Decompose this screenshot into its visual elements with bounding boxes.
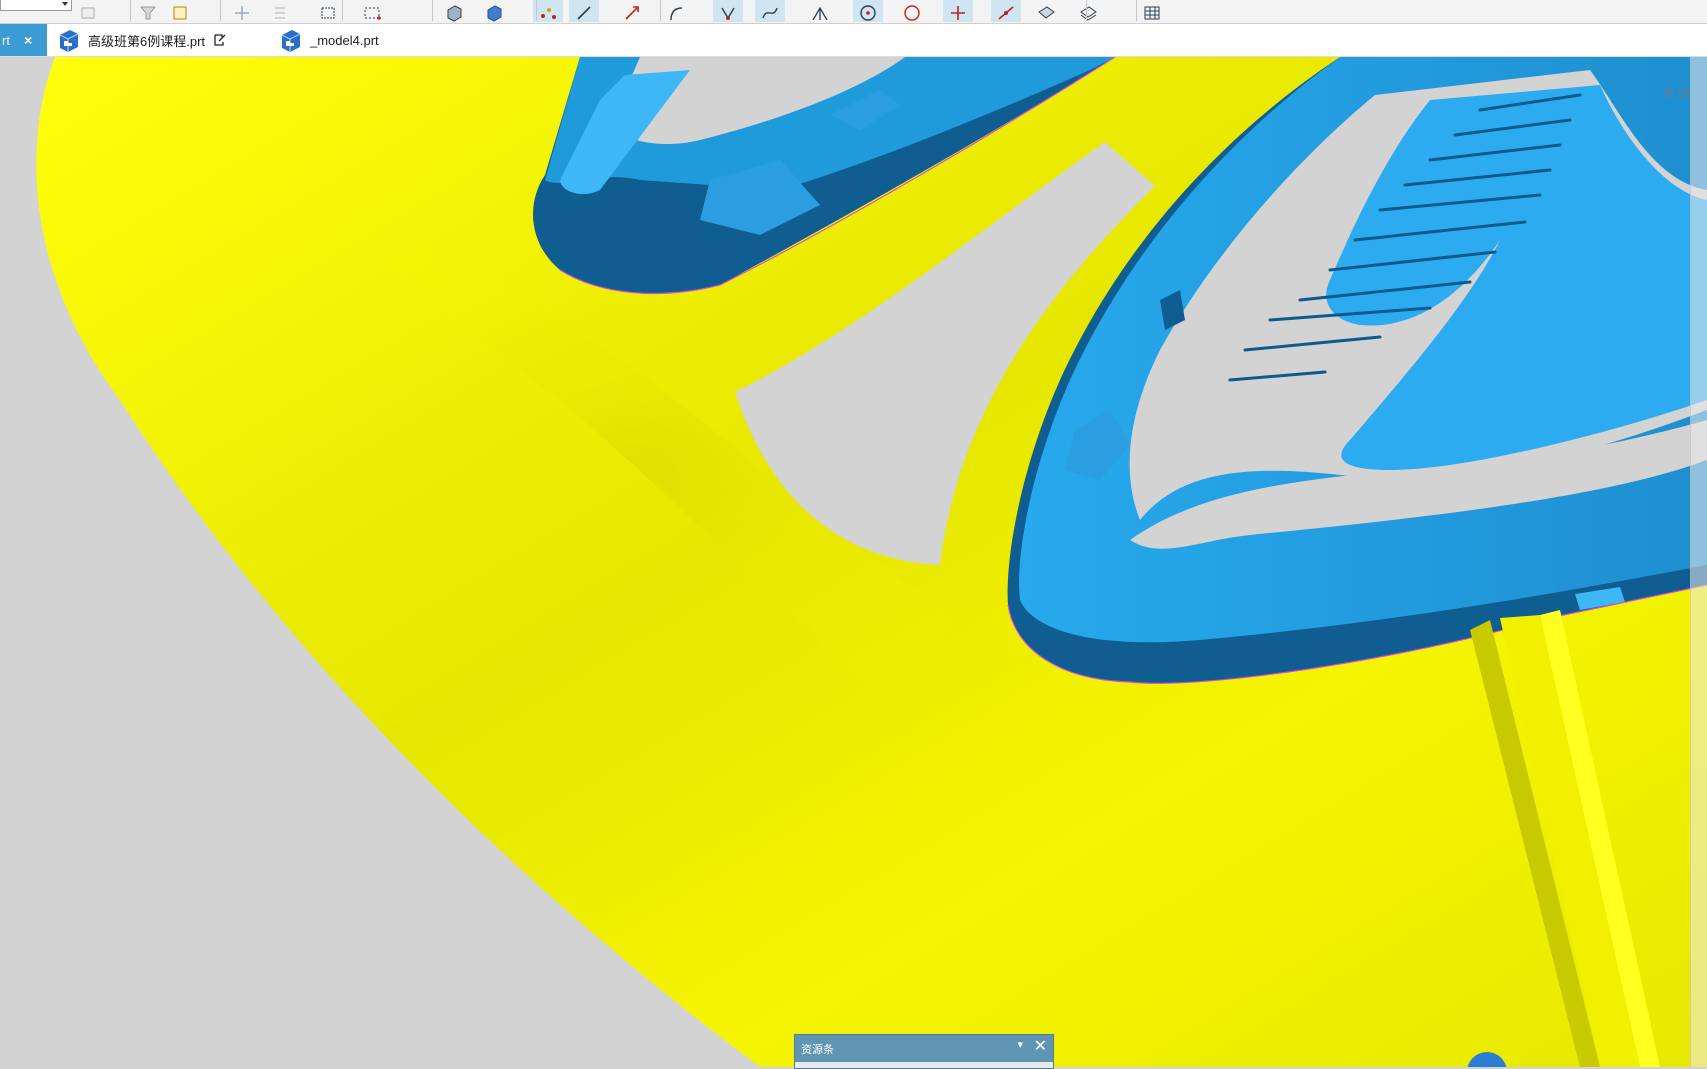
spline-icon	[762, 7, 778, 19]
crosshair-button[interactable]	[227, 0, 257, 22]
resource-bar-body	[795, 1062, 1053, 1068]
filter-button[interactable]	[133, 0, 163, 22]
tab-label: rt	[2, 32, 10, 48]
shaded-box-icon	[447, 5, 462, 22]
tab-label: 高级班第6例课程.prt	[88, 33, 206, 49]
solid-box-icon	[487, 5, 502, 22]
filter-icon	[139, 6, 157, 20]
vertex-button[interactable]	[713, 0, 743, 22]
snap-point-button[interactable]	[73, 0, 103, 22]
shaded-box-button[interactable]	[439, 0, 469, 22]
resource-rail[interactable]	[1690, 57, 1707, 1067]
circle-center-icon	[860, 5, 876, 21]
vertex-icon	[721, 7, 735, 20]
shaded-face-icon	[1038, 6, 1055, 19]
resource-bar-panel[interactable]: 资源条 ▾ ✕	[794, 1034, 1054, 1069]
plus-point-icon	[951, 6, 965, 20]
part-file-icon	[281, 30, 301, 52]
part-file-icon	[59, 30, 79, 52]
document-tab-bar: rt × 高级班第6例课程.prt _model4.prt	[0, 24, 1707, 57]
curve-icon	[670, 7, 683, 21]
snap-point-icon	[81, 7, 95, 19]
pin-dropdown-icon[interactable]: ▾	[1017, 1038, 1023, 1051]
resource-bar-title: 资源条	[801, 1044, 834, 1056]
box-select-button[interactable]	[313, 0, 343, 22]
select-face-icon	[173, 6, 187, 20]
graphics-viewport[interactable]	[0, 57, 1707, 1067]
intersection-icon	[812, 6, 828, 21]
toolbar-separator	[342, 0, 343, 21]
point-on-curve-icon	[998, 6, 1014, 20]
toolbar-separator	[660, 0, 661, 21]
tab-label: _model4.prt	[310, 32, 379, 48]
rectangle-select-button[interactable]	[357, 0, 387, 22]
solid-box-button[interactable]	[479, 0, 509, 22]
layer-icon	[1080, 6, 1097, 21]
arrow-line-button[interactable]	[617, 0, 647, 22]
modified-edit-icon	[214, 34, 226, 46]
line-icon	[577, 6, 591, 20]
table-grid-icon	[1144, 6, 1160, 20]
selection-filter-dropdown[interactable]	[0, 0, 72, 11]
chevron-down-icon	[62, 2, 68, 6]
circle-point-button[interactable]	[897, 0, 927, 22]
shaded-face-button[interactable]	[1031, 0, 1061, 22]
crosshair-icon	[235, 6, 249, 20]
rectangle-select-icon	[364, 7, 381, 20]
toolbar-separator	[432, 0, 433, 21]
tab-model4[interactable]: _model4.prt	[278, 24, 428, 56]
toolbar-separator	[130, 0, 131, 21]
plus-point-button[interactable]	[943, 0, 973, 22]
select-face-button[interactable]	[165, 0, 195, 22]
toolbar-separator	[536, 0, 537, 21]
point-on-curve-button[interactable]	[991, 0, 1021, 22]
box-select-icon	[321, 7, 335, 19]
main-toolbar	[0, 0, 1707, 24]
spline-button[interactable]	[755, 0, 785, 22]
intersection-button[interactable]	[805, 0, 835, 22]
grid-point-icon	[275, 7, 285, 19]
layer-button[interactable]	[1073, 0, 1103, 22]
toolbar-separator	[220, 0, 221, 21]
tab-active-part[interactable]: rt ×	[0, 24, 47, 56]
arrow-line-icon	[625, 6, 639, 20]
model-render	[36, 57, 1707, 1067]
multi-point-button[interactable]	[533, 0, 563, 22]
multi-point-icon	[541, 8, 556, 19]
rail-label: 历史	[1662, 88, 1688, 98]
line-button[interactable]	[569, 0, 599, 22]
close-icon[interactable]: ✕	[1034, 1036, 1047, 1056]
curve-button[interactable]	[661, 0, 691, 22]
tab-course-part[interactable]: 高级班第6例课程.prt	[56, 24, 256, 56]
toolbar-separator	[1086, 0, 1087, 21]
toolbar-separator	[1136, 0, 1137, 21]
circle-point-icon	[904, 5, 920, 21]
grid-point-button[interactable]	[265, 0, 295, 22]
table-grid-button[interactable]	[1137, 0, 1167, 22]
close-icon[interactable]: ×	[24, 32, 32, 48]
circle-center-button[interactable]	[853, 0, 883, 22]
